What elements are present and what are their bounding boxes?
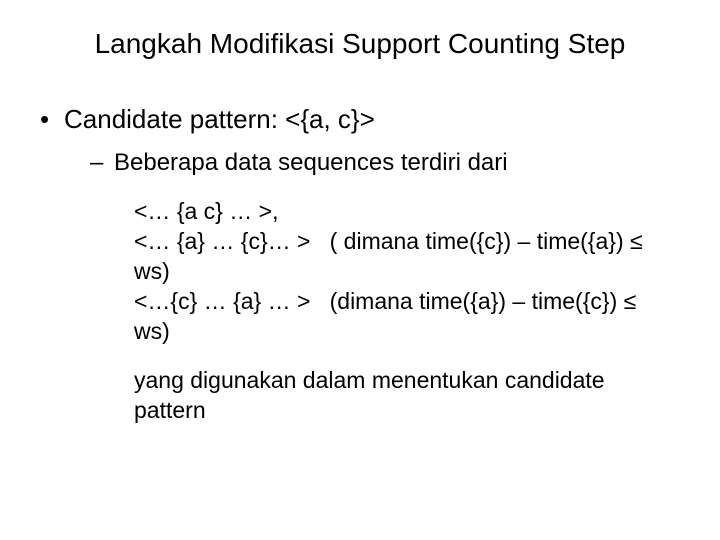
slide-title: Langkah Modifikasi Support Counting Step: [40, 28, 680, 60]
bullet-level-2: Beberapa data sequences terdiri dari: [40, 149, 680, 177]
closing-text: yang digunakan dalam menentukan candidat…: [40, 366, 680, 426]
slide: Langkah Modifikasi Support Counting Step…: [0, 0, 720, 540]
bullet-level-1: Candidate pattern: <{a, c}>: [40, 104, 680, 135]
pattern-block: <… {a c} … >, <… {a} … {c}… > ( dimana t…: [40, 197, 680, 346]
